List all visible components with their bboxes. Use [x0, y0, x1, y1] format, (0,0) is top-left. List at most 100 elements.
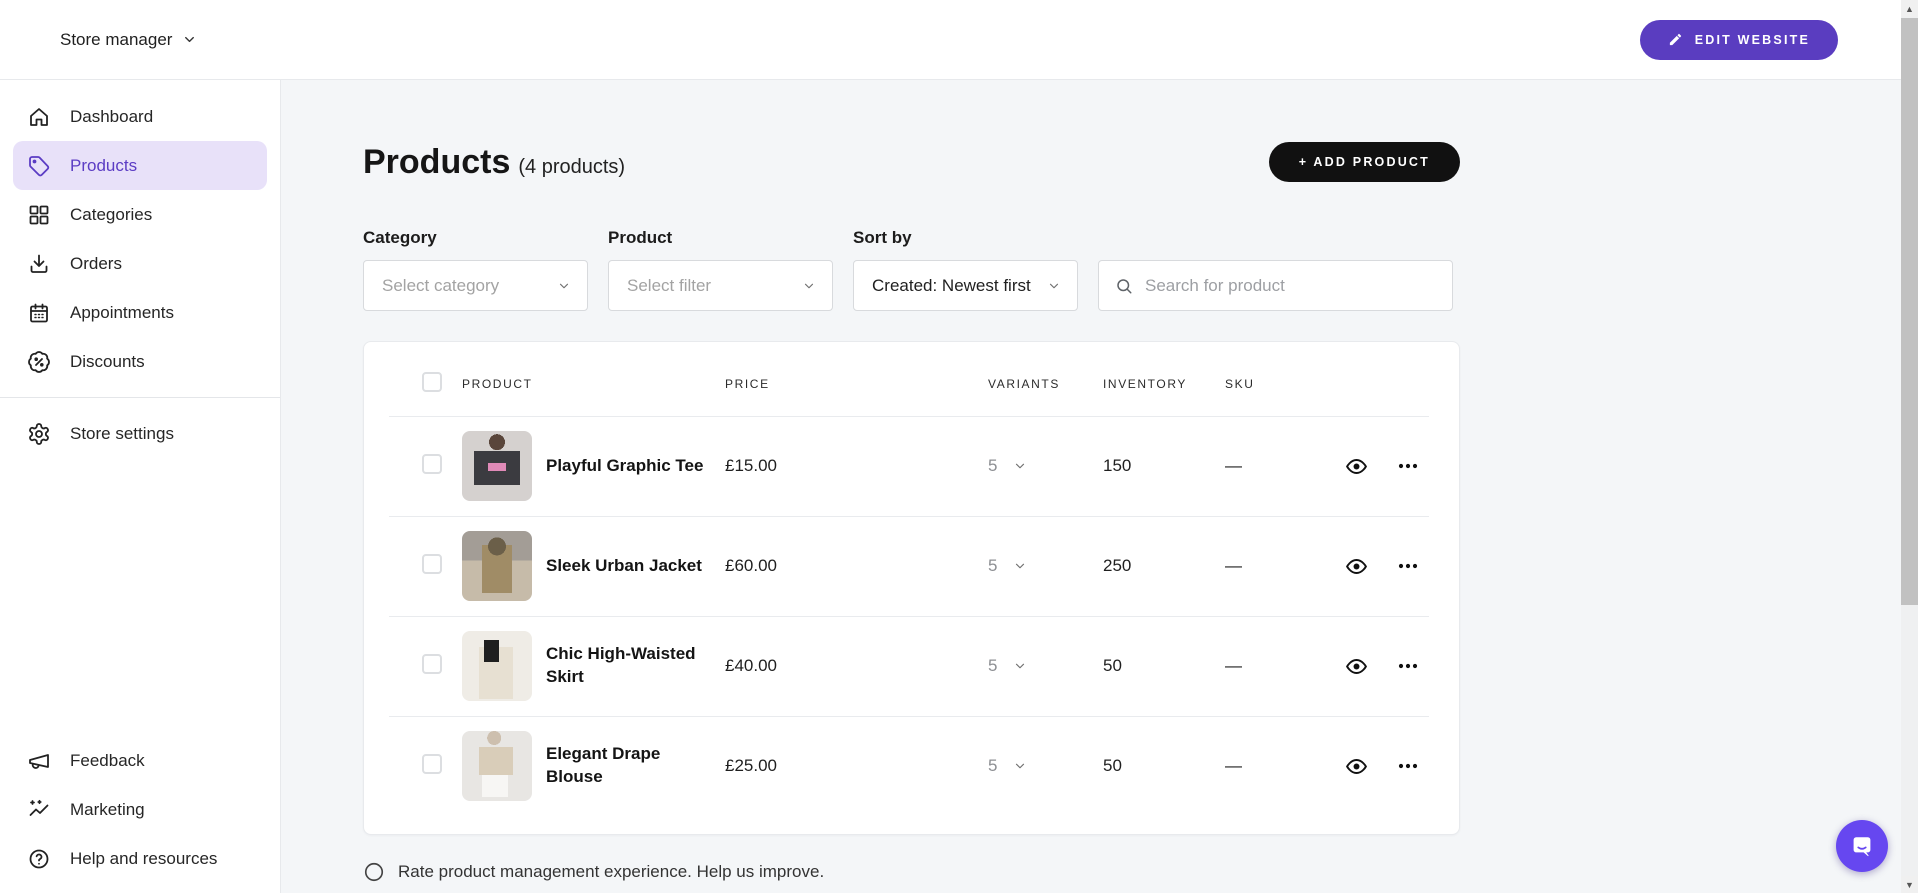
- variants-count: 5: [988, 556, 997, 576]
- product-image[interactable]: [462, 531, 532, 601]
- tag-icon: [27, 154, 51, 178]
- sort-by-select[interactable]: Created: Newest first: [853, 260, 1078, 311]
- category-select[interactable]: Select category: [363, 260, 588, 311]
- scrollbar-up-arrow[interactable]: ▲: [1901, 0, 1918, 17]
- preview-eye-icon[interactable]: [1345, 555, 1368, 578]
- select-all-checkbox[interactable]: [422, 372, 442, 392]
- trending-sparkle-icon: [27, 798, 51, 822]
- column-header-sku: SKU: [1225, 377, 1339, 391]
- sidebar-item-dashboard[interactable]: Dashboard: [0, 92, 280, 141]
- store-manager-label: Store manager: [60, 30, 172, 50]
- sidebar-item-label: Help and resources: [70, 849, 217, 869]
- product-name[interactable]: Elegant Drape Blouse: [546, 743, 711, 789]
- edit-website-button[interactable]: EDIT WEBSITE: [1640, 20, 1838, 60]
- vertical-scrollbar: ▲ ▼: [1901, 0, 1918, 893]
- row-checkbox[interactable]: [422, 654, 442, 674]
- product-filter-select[interactable]: Select filter: [608, 260, 833, 311]
- sidebar-item-categories[interactable]: Categories: [0, 190, 280, 239]
- table-row: Playful Graphic Tee £15.00 5 150 —: [364, 416, 1459, 516]
- rate-experience-icon: [363, 861, 385, 883]
- scrollbar-thumb[interactable]: [1901, 18, 1918, 605]
- product-price: £15.00: [725, 456, 988, 476]
- product-name[interactable]: Chic High-Waisted Skirt: [546, 643, 711, 689]
- sidebar-item-label: Orders: [70, 254, 122, 274]
- discount-badge-icon: [27, 350, 51, 374]
- row-checkbox[interactable]: [422, 754, 442, 774]
- sidebar-item-marketing[interactable]: Marketing: [0, 785, 280, 834]
- variants-expand-chevron-icon[interactable]: [1013, 759, 1027, 773]
- variants-expand-chevron-icon[interactable]: [1013, 459, 1027, 473]
- column-header-product: PRODUCT: [462, 377, 725, 391]
- chat-bubble-icon: [1848, 832, 1876, 860]
- product-inventory: 250: [1103, 556, 1225, 576]
- table-row: Elegant Drape Blouse £25.00 5 50 —: [364, 716, 1459, 816]
- search-box: [1098, 260, 1453, 311]
- sidebar-item-label: Appointments: [70, 303, 174, 323]
- table-row: Chic High-Waisted Skirt £40.00 5 50 —: [364, 616, 1459, 716]
- product-image[interactable]: [462, 431, 532, 501]
- home-icon: [27, 105, 51, 129]
- preview-eye-icon[interactable]: [1345, 655, 1368, 678]
- sidebar: Dashboard Products Categories Orders App…: [0, 80, 281, 893]
- variants-count: 5: [988, 756, 997, 776]
- sidebar-item-label: Marketing: [70, 800, 145, 820]
- column-header-price: PRICE: [725, 377, 988, 391]
- product-sku: —: [1225, 656, 1339, 676]
- product-name[interactable]: Sleek Urban Jacket: [546, 555, 702, 578]
- preview-eye-icon[interactable]: [1345, 455, 1368, 478]
- sidebar-item-feedback[interactable]: Feedback: [0, 736, 280, 785]
- add-product-button[interactable]: + ADD PRODUCT: [1269, 142, 1460, 182]
- product-price: £40.00: [725, 656, 988, 676]
- sidebar-item-products[interactable]: Products: [13, 141, 267, 190]
- sidebar-item-discounts[interactable]: Discounts: [0, 337, 280, 386]
- orders-tray-icon: [27, 252, 51, 276]
- column-header-variants: VARIANTS: [988, 377, 1103, 391]
- chevron-down-icon: [802, 279, 816, 293]
- grid-icon: [27, 203, 51, 227]
- rate-experience-note: Rate product management experience. Help…: [363, 861, 1460, 883]
- search-input[interactable]: [1145, 276, 1436, 296]
- table-header-row: PRODUCT PRICE VARIANTS INVENTORY SKU: [364, 352, 1459, 416]
- product-filter-value: Select filter: [627, 276, 711, 296]
- product-inventory: 50: [1103, 656, 1225, 676]
- store-manager-dropdown[interactable]: Store manager: [60, 30, 197, 50]
- chevron-down-icon: [557, 279, 571, 293]
- product-image[interactable]: [462, 631, 532, 701]
- sidebar-item-orders[interactable]: Orders: [0, 239, 280, 288]
- more-actions-icon[interactable]: [1398, 663, 1418, 669]
- more-actions-icon[interactable]: [1398, 463, 1418, 469]
- row-checkbox[interactable]: [422, 554, 442, 574]
- product-name[interactable]: Playful Graphic Tee: [546, 455, 703, 478]
- chat-launcher-button[interactable]: [1836, 820, 1888, 872]
- gear-icon: [27, 422, 51, 446]
- preview-eye-icon[interactable]: [1345, 755, 1368, 778]
- product-inventory: 50: [1103, 756, 1225, 776]
- products-table: PRODUCT PRICE VARIANTS INVENTORY SKU Pla…: [363, 341, 1460, 835]
- row-checkbox[interactable]: [422, 454, 442, 474]
- sort-by-value: Created: Newest first: [872, 276, 1031, 296]
- variants-expand-chevron-icon[interactable]: [1013, 559, 1027, 573]
- product-sku: —: [1225, 556, 1339, 576]
- product-filter-label: Product: [608, 228, 833, 248]
- sidebar-item-appointments[interactable]: Appointments: [0, 288, 280, 337]
- sort-by-label: Sort by: [853, 228, 1078, 248]
- sidebar-item-label: Categories: [70, 205, 152, 225]
- product-image[interactable]: [462, 731, 532, 801]
- product-inventory: 150: [1103, 456, 1225, 476]
- product-count: (4 products): [518, 156, 625, 179]
- more-actions-icon[interactable]: [1398, 763, 1418, 769]
- sidebar-item-label: Dashboard: [70, 107, 153, 127]
- more-actions-icon[interactable]: [1398, 563, 1418, 569]
- sidebar-item-help[interactable]: Help and resources: [0, 834, 280, 883]
- sidebar-item-label: Feedback: [70, 751, 145, 771]
- variants-expand-chevron-icon[interactable]: [1013, 659, 1027, 673]
- sidebar-item-label: Discounts: [70, 352, 145, 372]
- top-bar: Store manager EDIT WEBSITE: [0, 0, 1918, 80]
- scrollbar-down-arrow[interactable]: ▼: [1901, 876, 1918, 893]
- sidebar-item-label: Store settings: [70, 424, 174, 444]
- category-filter-label: Category: [363, 228, 588, 248]
- search-icon: [1115, 277, 1133, 295]
- sidebar-item-store-settings[interactable]: Store settings: [0, 409, 280, 458]
- edit-website-label: EDIT WEBSITE: [1695, 33, 1810, 47]
- category-select-value: Select category: [382, 276, 499, 296]
